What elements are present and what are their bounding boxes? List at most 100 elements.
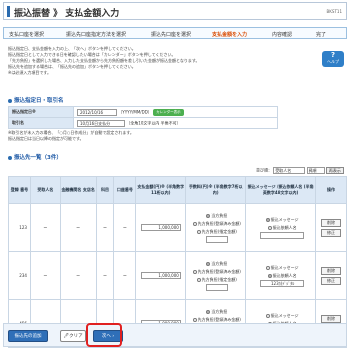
date-cell: 2012/10/16 （YYYY/MM/DD） カレンダー表示 (73, 106, 278, 118)
radio-icon[interactable] (206, 213, 211, 218)
step-indicator: 支払口座を選択 振込先口座指定方法を選択 振込先口座を選択 支払金額を入力 内容… (3, 27, 347, 39)
radio-icon[interactable] (206, 309, 211, 314)
operation-cell: 削除 修正 (315, 203, 347, 252)
fee-option[interactable]: 当方負担 (188, 308, 245, 316)
reg-no: 123 (8, 203, 31, 252)
radio-icon[interactable] (192, 317, 197, 322)
amount-cell: 1,000,000 (135, 203, 187, 252)
radio-icon[interactable] (267, 225, 272, 230)
radio-icon[interactable] (267, 273, 272, 278)
radio-icon[interactable] (196, 229, 201, 234)
fee-option[interactable]: 先方負担(指定金額) (188, 276, 245, 284)
step-5: 内容確認 (272, 32, 293, 38)
radio-icon[interactable] (265, 217, 270, 222)
col-header: 受取人名 (29, 176, 61, 204)
add-destination-button[interactable]: 振込先の追加 (8, 330, 48, 342)
page-header: 振込振替 》 支払金額入力 BKST11 (3, 2, 347, 20)
fee-option[interactable]: 先方負担(指定金額) (188, 228, 245, 236)
page-title: 振込振替 》 支払金額入力 (14, 9, 120, 19)
sort-key-select[interactable]: 受取人名 (273, 167, 306, 174)
msg-input-row: 123ｶ)ﾃﾞｼﾞﾀﾙ (249, 279, 315, 288)
trade-name-hint: （全角10文字以内 半角不可） (126, 120, 181, 125)
fee-amount-row (188, 235, 245, 244)
radio-icon[interactable] (265, 265, 270, 270)
delete-button[interactable]: 削除 (321, 314, 342, 323)
message-input[interactable] (260, 231, 305, 239)
calendar-button[interactable]: カレンダー表示 (153, 108, 184, 116)
payee-name: － (29, 203, 61, 252)
redisplay-button[interactable]: 再表示 (325, 167, 344, 174)
step-3: 振込先口座を選択 (151, 32, 192, 38)
fee-cell: 当方負担先方負担(登録済み金額)先方負担(指定金額) (185, 203, 247, 252)
delete-button[interactable]: 削除 (321, 218, 342, 227)
intro-text: 振込指定日、支払金額を入力の上、「次へ」ボタンを押してください。 振込指定日とし… (8, 46, 318, 76)
radio-icon[interactable] (196, 277, 201, 282)
col-header: 口座番号 (113, 176, 137, 204)
reg-no: 234 (8, 251, 31, 300)
delete-button[interactable]: 削除 (321, 266, 342, 275)
fee-option[interactable]: 当方負担 (188, 212, 245, 220)
edit-button[interactable]: 修正 (321, 276, 342, 285)
account-type: － (95, 203, 115, 252)
trade-name-input[interactable]: 10月16日支払分 (77, 119, 125, 127)
sort-label: 並び順： (256, 167, 272, 173)
trade-name-cell: 10月16日支払分 （全角10文字以内 半角不可） (73, 117, 278, 129)
msg-option[interactable]: 振込メッセージ (249, 216, 315, 224)
account-type: － (95, 251, 115, 300)
help-button[interactable]: ? ヘルプ (322, 51, 344, 67)
msg-option[interactable]: 振込依頼人名 (249, 224, 315, 232)
account-number: － (113, 203, 137, 252)
col-header: 支払金額(円)※ (半角数字11桁以内) (135, 176, 187, 204)
date-format: （YYYY/MM/DD） (118, 109, 152, 114)
step-6: 完了 (316, 32, 327, 38)
info-table: 振込指定日※ 2012/10/16 （YYYY/MM/DD） カレンダー表示 取… (8, 106, 278, 129)
next-button-highlight (86, 323, 122, 347)
radio-icon[interactable] (265, 313, 270, 318)
account-number: － (113, 251, 137, 300)
msg-option[interactable]: 振込メッセージ (249, 264, 315, 272)
radio-icon[interactable] (206, 261, 211, 266)
msg-input-row (249, 231, 315, 240)
fee-option[interactable]: 先方負担(登録済み金額) (188, 268, 245, 276)
fee-option[interactable]: 当方負担 (188, 260, 245, 268)
sort-order-select[interactable]: 昇順 (306, 167, 325, 174)
step-2: 振込先口座指定方法を選択 (66, 32, 127, 38)
payee-name: － (29, 251, 61, 300)
fee-amount-input[interactable] (205, 235, 228, 243)
col-header: 科目 (95, 176, 115, 204)
table-row: 123 － － － － 1,000,000 当方負担 先方負担(登録済み金額) 先方… (8, 203, 347, 252)
amount-input[interactable]: 1,000,000 (140, 224, 181, 231)
message-input[interactable]: 123ｶ)ﾃﾞｼﾞﾀﾙ (260, 279, 305, 287)
table-row: 234 － － － － 1,000,000 当方負担 先方負担(登録済み金額) 先方… (8, 251, 347, 300)
dest-section-heading: 振込先一覧（3件） (8, 153, 62, 161)
date-label: 振込指定日※ (8, 106, 74, 118)
col-header: 操作 (315, 176, 347, 204)
col-header: 振込メッセージ /振込依頼人名 (半角英数字48文字以内) (245, 176, 317, 204)
col-header: 手数料(円)※ (半角数字7桁以内) (185, 176, 247, 204)
screen-code: BKST11 (326, 9, 342, 14)
radio-icon[interactable] (192, 269, 197, 274)
fee-cell: 当方負担先方負担(登録済み金額)先方負担(指定金額) (185, 251, 247, 300)
fee-amount-row (188, 283, 245, 292)
sort-controls: 並び順： 受取人名 昇順 再表示 (256, 167, 344, 174)
message-cell: 振込メッセージ 振込依頼人名 (245, 203, 317, 252)
info-section-heading: 振込指定日・取引名 (8, 96, 64, 104)
intro-line: ※は必須入力項目です。 (8, 70, 51, 75)
date-input[interactable]: 2012/10/16 (77, 108, 117, 116)
msg-option[interactable]: 振込依頼人名 (249, 272, 315, 280)
msg-option[interactable]: 振込メッセージ (249, 312, 315, 320)
edit-button[interactable]: 修正 (321, 228, 342, 237)
message-cell: 振込メッセージ 振込依頼人名 123ｶ)ﾃﾞｼﾞﾀﾙ (245, 251, 317, 300)
bank-name: － (59, 203, 97, 252)
col-header: 登録 番号 (8, 176, 31, 204)
step-1: 支払口座を選択 (9, 32, 45, 38)
fee-amount-input[interactable] (205, 283, 228, 291)
fee-option[interactable]: 先方負担(登録済み金額) (188, 220, 245, 228)
radio-icon[interactable] (192, 221, 197, 226)
notes: ※取引名が未入力の場合、「○月○日作成分」が自動で設定されます。 振込指定日は当… (8, 130, 134, 142)
clear-button[interactable]: 🖊クリア (60, 330, 86, 342)
section-bullet-icon (8, 98, 12, 103)
section-bullet-icon (8, 155, 12, 160)
col-header: 金融機関名 支店名 (59, 176, 97, 204)
amount-input[interactable]: 1,000,000 (140, 272, 181, 279)
